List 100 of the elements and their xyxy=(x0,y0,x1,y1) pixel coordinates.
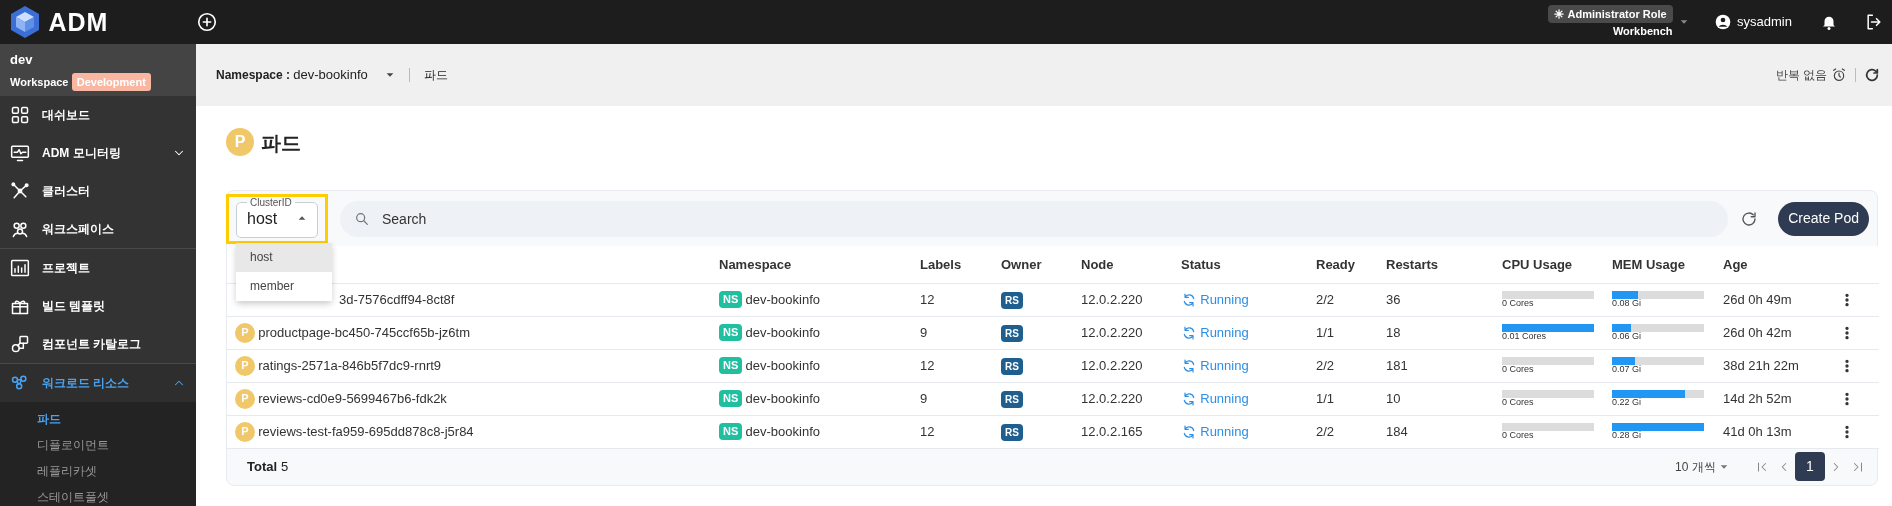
dropdown-option[interactable]: host xyxy=(236,243,332,272)
sidebar-item[interactable]: 대쉬보드 xyxy=(0,96,196,134)
owner-badge: RS xyxy=(1001,390,1023,408)
workspace-label: Workspace xyxy=(10,74,69,90)
namespace-badge: NS xyxy=(719,356,743,375)
role-badge[interactable]: Administrator Role xyxy=(1548,4,1673,23)
refresh-icon[interactable] xyxy=(1864,67,1880,83)
column-header: Ready xyxy=(1316,256,1356,272)
sync-icon xyxy=(1181,357,1197,374)
sidebar-subitem[interactable]: 스테이트풀셋 xyxy=(0,484,196,506)
sidebar-item[interactable]: 프로젝트 xyxy=(0,249,196,287)
status-text: Running xyxy=(1200,356,1249,375)
gear-icon xyxy=(1554,8,1565,19)
dropdown-option[interactable]: member xyxy=(236,272,332,301)
pod-badge: P xyxy=(235,355,255,376)
users-icon xyxy=(10,219,30,239)
owner-badge: RS xyxy=(1001,291,1023,309)
table-cell: 9 xyxy=(920,324,928,340)
usage-reading: 0 Cores xyxy=(1502,430,1535,441)
sidebar-subitem[interactable]: 파드 xyxy=(0,406,196,432)
namespace-badge: NS xyxy=(719,290,743,309)
page-size-select[interactable]: 10 개씩 xyxy=(1675,457,1729,476)
sidebar-item[interactable]: 빌드 템플릿 xyxy=(0,287,196,325)
alarm-clock-icon[interactable] xyxy=(1831,67,1847,83)
grid-icon xyxy=(10,105,30,125)
sidebar-subitem[interactable]: 디플로이먼트 xyxy=(0,432,196,458)
chart-window-icon xyxy=(10,258,30,278)
monitor-icon xyxy=(10,143,30,163)
namespace-text: dev-bookinfo xyxy=(745,323,820,342)
namespace-badge: NS xyxy=(719,422,743,441)
first-page-icon xyxy=(1755,459,1769,474)
table-cell: 2/2 xyxy=(1316,423,1335,439)
owner-badge: RS xyxy=(1001,423,1023,441)
total-count: 5 xyxy=(281,457,289,476)
nodes-icon xyxy=(10,373,30,393)
table-cell: 12.0.2.220 xyxy=(1081,357,1143,373)
pod-badge: P xyxy=(235,421,255,442)
cluster-select[interactable]: ClusterID host xyxy=(236,197,318,238)
table-cell: 12.0.2.220 xyxy=(1081,291,1143,307)
sidebar-item[interactable]: 클러스터 xyxy=(0,172,196,210)
add-icon[interactable] xyxy=(196,11,218,33)
sidebar-subitem[interactable]: 레플리카셋 xyxy=(0,458,196,484)
table-cell: 9 xyxy=(920,390,928,406)
table-cell: 10 xyxy=(1386,390,1401,406)
page-button[interactable]: 1 xyxy=(1795,452,1825,481)
usage-reading: 0 Cores xyxy=(1502,364,1535,375)
sidebar-item[interactable]: 컴포넌트 카탈로그 xyxy=(0,325,196,363)
sidebar-item[interactable]: 워크로드 리소스 xyxy=(0,364,196,402)
usage-reading: 0.22 Gi xyxy=(1612,397,1643,408)
column-header: Labels xyxy=(920,256,962,272)
last-page-icon xyxy=(1851,459,1865,474)
pod-name-link[interactable]: reviews-cd0e9-5699467b6-fdk2k xyxy=(258,388,447,409)
table-cell: 12 xyxy=(920,357,935,373)
table-cell: 1/1 xyxy=(1316,390,1335,406)
sidebar-item[interactable]: 워크스페이스 xyxy=(0,210,196,248)
namespace-text: dev-bookinfo xyxy=(745,422,820,441)
sync-icon xyxy=(1181,324,1197,341)
table-cell: 181 xyxy=(1386,357,1408,373)
search-field[interactable]: Search xyxy=(340,200,1729,237)
table-cell: 12.0.2.220 xyxy=(1081,390,1143,406)
user-icon xyxy=(1714,14,1731,30)
pod-badge: P xyxy=(235,322,255,343)
pod-name-link[interactable]: reviews-test-fa959-695dd878c8-j5r84 xyxy=(258,421,474,442)
refresh-icon[interactable] xyxy=(1740,209,1759,228)
namespace-text: dev-bookinfo xyxy=(745,389,820,408)
table-cell: 41d 0h 13m xyxy=(1723,423,1792,439)
network-icon xyxy=(10,181,30,201)
usage-reading: 0 Cores xyxy=(1502,298,1535,309)
table-cell: 12.0.2.220 xyxy=(1081,324,1143,340)
refresh-interval-label[interactable]: 반복 없음 xyxy=(1775,66,1827,84)
sidebar-item[interactable]: ADM 모니터링 xyxy=(0,134,196,172)
namespace-text: dev-bookinfo xyxy=(745,356,820,375)
usage-reading: 0.08 Gi xyxy=(1612,298,1643,309)
create-pod-button[interactable]: Create Pod xyxy=(1778,201,1869,236)
usage-reading: 0.06 Gi xyxy=(1612,331,1643,342)
table-cell: 12 xyxy=(920,291,935,307)
workbench-label: Workbench xyxy=(1612,24,1673,39)
user-menu[interactable]: sysadmin xyxy=(1714,12,1792,32)
status-text: Running xyxy=(1200,389,1249,408)
pod-badge: P xyxy=(235,388,255,409)
workspace-name: dev xyxy=(10,51,34,69)
logo-icon xyxy=(8,5,42,39)
namespace-dropdown[interactable]: Namespace : dev-bookinfo xyxy=(216,65,395,85)
column-header: Age xyxy=(1723,256,1748,272)
usage-reading: 0.07 Gi xyxy=(1612,364,1643,375)
total-label: Total xyxy=(247,457,278,476)
page-title: 파드 xyxy=(260,131,301,156)
column-header: Node xyxy=(1081,256,1114,272)
pod-name-link[interactable]: 3d-7576cdff94-8ct8f xyxy=(339,289,455,310)
table-cell: 1/1 xyxy=(1316,324,1335,340)
pod-name-link[interactable]: ratings-2571a-846b5f7dc9-rnrt9 xyxy=(258,355,442,376)
table-cell: 18 xyxy=(1386,324,1401,340)
pod-name-link[interactable]: productpage-bc450-745ccf65b-jz6tm xyxy=(258,322,470,343)
table-cell: 14d 2h 52m xyxy=(1723,390,1792,406)
table-cell: 184 xyxy=(1386,423,1408,439)
page-badge: P xyxy=(226,128,254,156)
owner-badge: RS xyxy=(1001,324,1023,342)
namespace-text: dev-bookinfo xyxy=(745,290,820,309)
status-text: Running xyxy=(1200,290,1249,309)
column-header: Restarts xyxy=(1386,256,1439,272)
